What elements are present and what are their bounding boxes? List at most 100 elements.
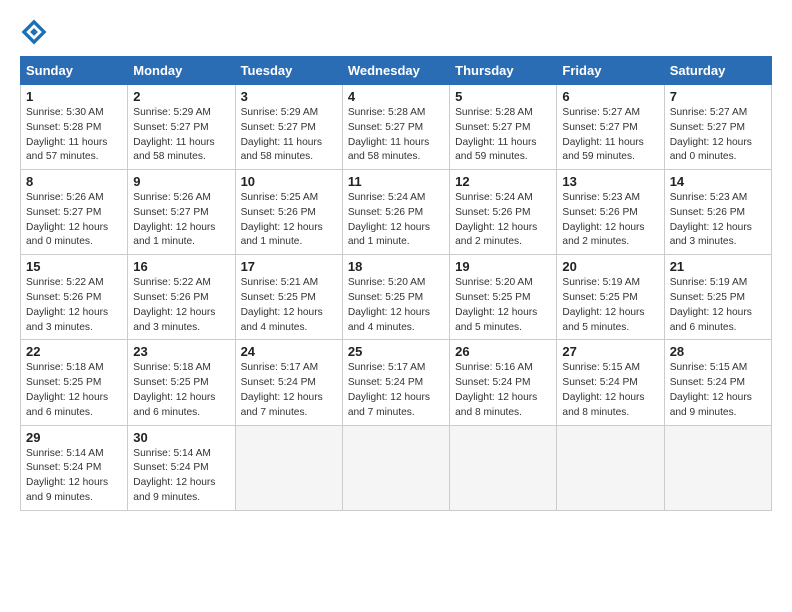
week-row-2: 15 Sunrise: 5:22 AMSunset: 5:26 PMDaylig… [21, 255, 772, 340]
day-info: Sunrise: 5:29 AMSunset: 5:27 PMDaylight:… [133, 107, 214, 162]
day-number: 17 [241, 259, 337, 274]
day-number: 30 [133, 430, 229, 445]
calendar-cell: 24 Sunrise: 5:17 AMSunset: 5:24 PMDaylig… [235, 340, 342, 425]
day-number: 29 [26, 430, 122, 445]
week-row-0: 1 Sunrise: 5:30 AMSunset: 5:28 PMDayligh… [21, 85, 772, 170]
weekday-monday: Monday [128, 57, 235, 85]
calendar-cell: 16 Sunrise: 5:22 AMSunset: 5:26 PMDaylig… [128, 255, 235, 340]
day-info: Sunrise: 5:19 AMSunset: 5:25 PMDaylight:… [562, 277, 644, 332]
calendar-cell [342, 425, 449, 510]
calendar-cell: 8 Sunrise: 5:26 AMSunset: 5:27 PMDayligh… [21, 170, 128, 255]
day-info: Sunrise: 5:26 AMSunset: 5:27 PMDaylight:… [133, 192, 215, 247]
day-number: 19 [455, 259, 551, 274]
day-number: 27 [562, 344, 658, 359]
day-number: 25 [348, 344, 444, 359]
day-info: Sunrise: 5:23 AMSunset: 5:26 PMDaylight:… [562, 192, 644, 247]
calendar-cell: 2 Sunrise: 5:29 AMSunset: 5:27 PMDayligh… [128, 85, 235, 170]
day-info: Sunrise: 5:22 AMSunset: 5:26 PMDaylight:… [133, 277, 215, 332]
day-number: 3 [241, 89, 337, 104]
weekday-saturday: Saturday [664, 57, 771, 85]
calendar-cell: 11 Sunrise: 5:24 AMSunset: 5:26 PMDaylig… [342, 170, 449, 255]
day-number: 11 [348, 174, 444, 189]
calendar-cell: 23 Sunrise: 5:18 AMSunset: 5:25 PMDaylig… [128, 340, 235, 425]
day-info: Sunrise: 5:23 AMSunset: 5:26 PMDaylight:… [670, 192, 752, 247]
calendar-cell: 28 Sunrise: 5:15 AMSunset: 5:24 PMDaylig… [664, 340, 771, 425]
day-number: 1 [26, 89, 122, 104]
day-info: Sunrise: 5:17 AMSunset: 5:24 PMDaylight:… [348, 362, 430, 417]
calendar-cell: 25 Sunrise: 5:17 AMSunset: 5:24 PMDaylig… [342, 340, 449, 425]
calendar-cell: 30 Sunrise: 5:14 AMSunset: 5:24 PMDaylig… [128, 425, 235, 510]
calendar-cell [235, 425, 342, 510]
calendar-cell: 15 Sunrise: 5:22 AMSunset: 5:26 PMDaylig… [21, 255, 128, 340]
day-info: Sunrise: 5:28 AMSunset: 5:27 PMDaylight:… [455, 107, 536, 162]
header [20, 18, 772, 46]
day-info: Sunrise: 5:25 AMSunset: 5:26 PMDaylight:… [241, 192, 323, 247]
calendar-cell: 14 Sunrise: 5:23 AMSunset: 5:26 PMDaylig… [664, 170, 771, 255]
day-number: 6 [562, 89, 658, 104]
calendar-cell: 13 Sunrise: 5:23 AMSunset: 5:26 PMDaylig… [557, 170, 664, 255]
day-info: Sunrise: 5:21 AMSunset: 5:25 PMDaylight:… [241, 277, 323, 332]
day-number: 15 [26, 259, 122, 274]
day-number: 20 [562, 259, 658, 274]
calendar-cell: 3 Sunrise: 5:29 AMSunset: 5:27 PMDayligh… [235, 85, 342, 170]
week-row-4: 29 Sunrise: 5:14 AMSunset: 5:24 PMDaylig… [21, 425, 772, 510]
weekday-header-row: SundayMondayTuesdayWednesdayThursdayFrid… [21, 57, 772, 85]
calendar-cell: 10 Sunrise: 5:25 AMSunset: 5:26 PMDaylig… [235, 170, 342, 255]
calendar-cell: 5 Sunrise: 5:28 AMSunset: 5:27 PMDayligh… [450, 85, 557, 170]
day-info: Sunrise: 5:16 AMSunset: 5:24 PMDaylight:… [455, 362, 537, 417]
weekday-friday: Friday [557, 57, 664, 85]
day-info: Sunrise: 5:15 AMSunset: 5:24 PMDaylight:… [562, 362, 644, 417]
calendar-cell: 20 Sunrise: 5:19 AMSunset: 5:25 PMDaylig… [557, 255, 664, 340]
day-info: Sunrise: 5:14 AMSunset: 5:24 PMDaylight:… [133, 448, 215, 503]
calendar: SundayMondayTuesdayWednesdayThursdayFrid… [20, 56, 772, 511]
day-number: 21 [670, 259, 766, 274]
day-number: 28 [670, 344, 766, 359]
day-info: Sunrise: 5:14 AMSunset: 5:24 PMDaylight:… [26, 448, 108, 503]
day-number: 10 [241, 174, 337, 189]
day-info: Sunrise: 5:17 AMSunset: 5:24 PMDaylight:… [241, 362, 323, 417]
day-info: Sunrise: 5:24 AMSunset: 5:26 PMDaylight:… [455, 192, 537, 247]
day-number: 9 [133, 174, 229, 189]
week-row-3: 22 Sunrise: 5:18 AMSunset: 5:25 PMDaylig… [21, 340, 772, 425]
day-number: 13 [562, 174, 658, 189]
calendar-cell: 12 Sunrise: 5:24 AMSunset: 5:26 PMDaylig… [450, 170, 557, 255]
day-number: 18 [348, 259, 444, 274]
day-info: Sunrise: 5:15 AMSunset: 5:24 PMDaylight:… [670, 362, 752, 417]
day-info: Sunrise: 5:26 AMSunset: 5:27 PMDaylight:… [26, 192, 108, 247]
day-info: Sunrise: 5:28 AMSunset: 5:27 PMDaylight:… [348, 107, 429, 162]
weekday-wednesday: Wednesday [342, 57, 449, 85]
day-number: 23 [133, 344, 229, 359]
logo-icon [20, 18, 48, 46]
day-number: 26 [455, 344, 551, 359]
calendar-cell: 4 Sunrise: 5:28 AMSunset: 5:27 PMDayligh… [342, 85, 449, 170]
day-info: Sunrise: 5:27 AMSunset: 5:27 PMDaylight:… [562, 107, 643, 162]
day-number: 14 [670, 174, 766, 189]
calendar-cell: 7 Sunrise: 5:27 AMSunset: 5:27 PMDayligh… [664, 85, 771, 170]
day-info: Sunrise: 5:18 AMSunset: 5:25 PMDaylight:… [133, 362, 215, 417]
day-info: Sunrise: 5:24 AMSunset: 5:26 PMDaylight:… [348, 192, 430, 247]
day-info: Sunrise: 5:27 AMSunset: 5:27 PMDaylight:… [670, 107, 752, 162]
day-number: 12 [455, 174, 551, 189]
calendar-cell: 17 Sunrise: 5:21 AMSunset: 5:25 PMDaylig… [235, 255, 342, 340]
calendar-cell [664, 425, 771, 510]
calendar-cell: 27 Sunrise: 5:15 AMSunset: 5:24 PMDaylig… [557, 340, 664, 425]
day-number: 8 [26, 174, 122, 189]
calendar-cell [557, 425, 664, 510]
calendar-cell: 22 Sunrise: 5:18 AMSunset: 5:25 PMDaylig… [21, 340, 128, 425]
calendar-cell: 19 Sunrise: 5:20 AMSunset: 5:25 PMDaylig… [450, 255, 557, 340]
weekday-tuesday: Tuesday [235, 57, 342, 85]
day-info: Sunrise: 5:18 AMSunset: 5:25 PMDaylight:… [26, 362, 108, 417]
calendar-cell: 1 Sunrise: 5:30 AMSunset: 5:28 PMDayligh… [21, 85, 128, 170]
day-number: 22 [26, 344, 122, 359]
calendar-cell: 6 Sunrise: 5:27 AMSunset: 5:27 PMDayligh… [557, 85, 664, 170]
day-number: 7 [670, 89, 766, 104]
day-info: Sunrise: 5:19 AMSunset: 5:25 PMDaylight:… [670, 277, 752, 332]
day-info: Sunrise: 5:29 AMSunset: 5:27 PMDaylight:… [241, 107, 322, 162]
calendar-cell: 21 Sunrise: 5:19 AMSunset: 5:25 PMDaylig… [664, 255, 771, 340]
day-info: Sunrise: 5:20 AMSunset: 5:25 PMDaylight:… [348, 277, 430, 332]
logo [20, 18, 52, 46]
calendar-cell: 29 Sunrise: 5:14 AMSunset: 5:24 PMDaylig… [21, 425, 128, 510]
day-info: Sunrise: 5:20 AMSunset: 5:25 PMDaylight:… [455, 277, 537, 332]
week-row-1: 8 Sunrise: 5:26 AMSunset: 5:27 PMDayligh… [21, 170, 772, 255]
calendar-cell: 26 Sunrise: 5:16 AMSunset: 5:24 PMDaylig… [450, 340, 557, 425]
